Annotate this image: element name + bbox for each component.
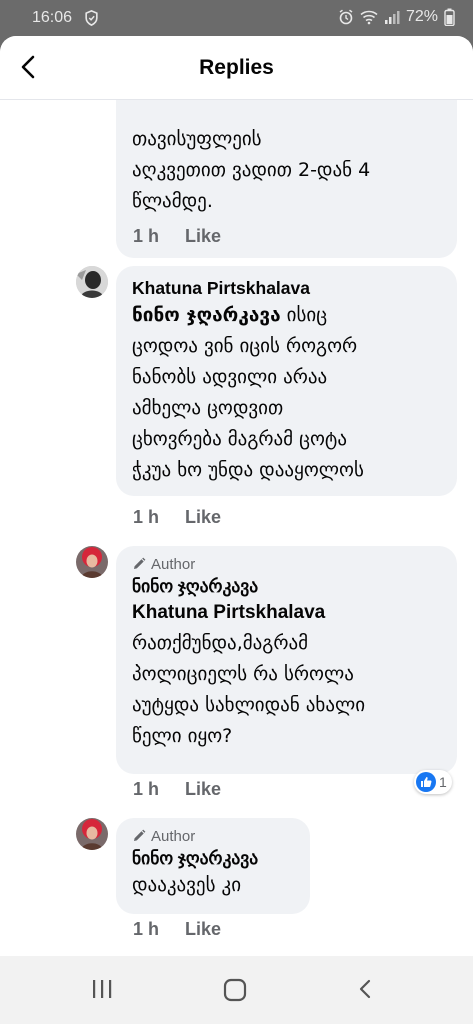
signal-icon xyxy=(384,11,400,24)
mention-link[interactable]: ნინო ჯღარკავა xyxy=(132,304,281,326)
comment-text-line: აუტყდა სახლიდან ახალი xyxy=(132,694,366,716)
comment-text-line: ჭკუა ხო უნდა დააყოლოს xyxy=(132,459,364,481)
comment-text-line: ცხოვრება მაგრამ ცოტა xyxy=(132,428,347,450)
avatar-image xyxy=(76,818,108,850)
comment-author[interactable]: Khatuna Pirtskhalava xyxy=(132,276,441,300)
battery-icon xyxy=(444,8,455,26)
replies-list[interactable]: თავისუფლეის აღკვეთით ვადით 2-დან 4 წლამდ… xyxy=(0,36,473,956)
avatar[interactable] xyxy=(76,546,108,578)
comment-text-line: პოლიციელს რა სროლა xyxy=(132,663,354,685)
comment-text: ისიც xyxy=(280,304,328,326)
author-badge: Author xyxy=(132,554,441,574)
comment-text-line: ნანობს ადვილი არაა xyxy=(132,366,328,388)
avatar[interactable] xyxy=(76,818,108,850)
comment-meta: 1 h Like xyxy=(133,919,221,940)
home-icon[interactable] xyxy=(222,978,248,1002)
like-button[interactable]: Like xyxy=(185,919,221,940)
author-badge-label: Author xyxy=(151,555,196,573)
comment-text-line: რათქმუნდა,მაგრამ xyxy=(132,632,309,654)
reaction-count-value: 1 xyxy=(439,774,447,790)
battery-percent: 72% xyxy=(405,8,438,25)
like-button[interactable]: Like xyxy=(185,507,221,528)
comment-time[interactable]: 1 h xyxy=(133,779,159,800)
mention-link[interactable]: Khatuna Pirtskhalava xyxy=(132,598,441,628)
pencil-icon xyxy=(134,557,146,569)
comment-text-line: წელი იყო? xyxy=(132,725,233,747)
comment-meta: 1 h Like xyxy=(133,226,221,247)
comment-bubble: Khatuna Pirtskhalava ნინო ჯღარკავა ისიც … xyxy=(116,266,457,496)
comment-time[interactable]: 1 h xyxy=(133,507,159,528)
comment-text-line: წლამდე. xyxy=(132,190,213,212)
alarm-icon xyxy=(339,9,353,25)
avatar-image xyxy=(76,266,108,298)
comment-author[interactable]: ნინო ჯღარკავა xyxy=(132,574,441,598)
comment-time[interactable]: 1 h xyxy=(133,919,159,940)
like-button[interactable]: Like xyxy=(185,779,221,800)
author-badge: Author xyxy=(132,826,294,846)
status-bar: 16:06 72% xyxy=(0,0,473,36)
comment-text-line: აღკვეთით ვადით 2-დან 4 xyxy=(132,159,371,181)
status-time: 16:06 xyxy=(32,9,73,26)
wifi-icon xyxy=(360,10,378,25)
comment-meta: 1 h Like xyxy=(133,779,221,800)
pencil-icon xyxy=(134,829,146,841)
replies-sheet: თავისუფლეის აღკვეთით ვადით 2-დან 4 წლამდ… xyxy=(0,36,473,956)
like-button[interactable]: Like xyxy=(185,226,221,247)
author-badge-label: Author xyxy=(151,827,196,845)
comment-bubble: Author ნინო ჯღარკავა დააკავეს კი xyxy=(116,818,310,914)
comment-bubble: Author ნინო ჯღარკავა Khatuna Pirtskhalav… xyxy=(116,546,457,774)
comment-text-line: ამხელა ცოდვით xyxy=(132,397,284,419)
page-title: Replies xyxy=(199,56,274,79)
reaction-count[interactable]: 1 xyxy=(414,770,452,794)
avatar-image xyxy=(76,546,108,578)
header: Replies xyxy=(0,36,473,100)
comment-text-line: თავისუფლეის xyxy=(132,128,262,150)
status-icons: 72% xyxy=(338,8,455,26)
comment-text-line: ცოდოა ვინ იცის როგორ xyxy=(132,335,358,357)
comment-text-line: დააკავეს კი xyxy=(132,874,242,896)
avatar[interactable] xyxy=(76,266,108,298)
system-nav-bar xyxy=(0,956,473,1024)
comment-meta: 1 h Like xyxy=(133,507,221,528)
comment-text-line: ნინო ჯღარკავა ისიც xyxy=(132,300,441,331)
shield-icon xyxy=(85,10,98,26)
comment-time[interactable]: 1 h xyxy=(133,226,159,247)
comment-author[interactable]: ნინო ჯღარკავა xyxy=(132,846,294,870)
recent-apps-icon[interactable] xyxy=(90,978,114,1000)
nav-back-icon[interactable] xyxy=(356,978,376,1000)
like-icon xyxy=(416,772,436,792)
